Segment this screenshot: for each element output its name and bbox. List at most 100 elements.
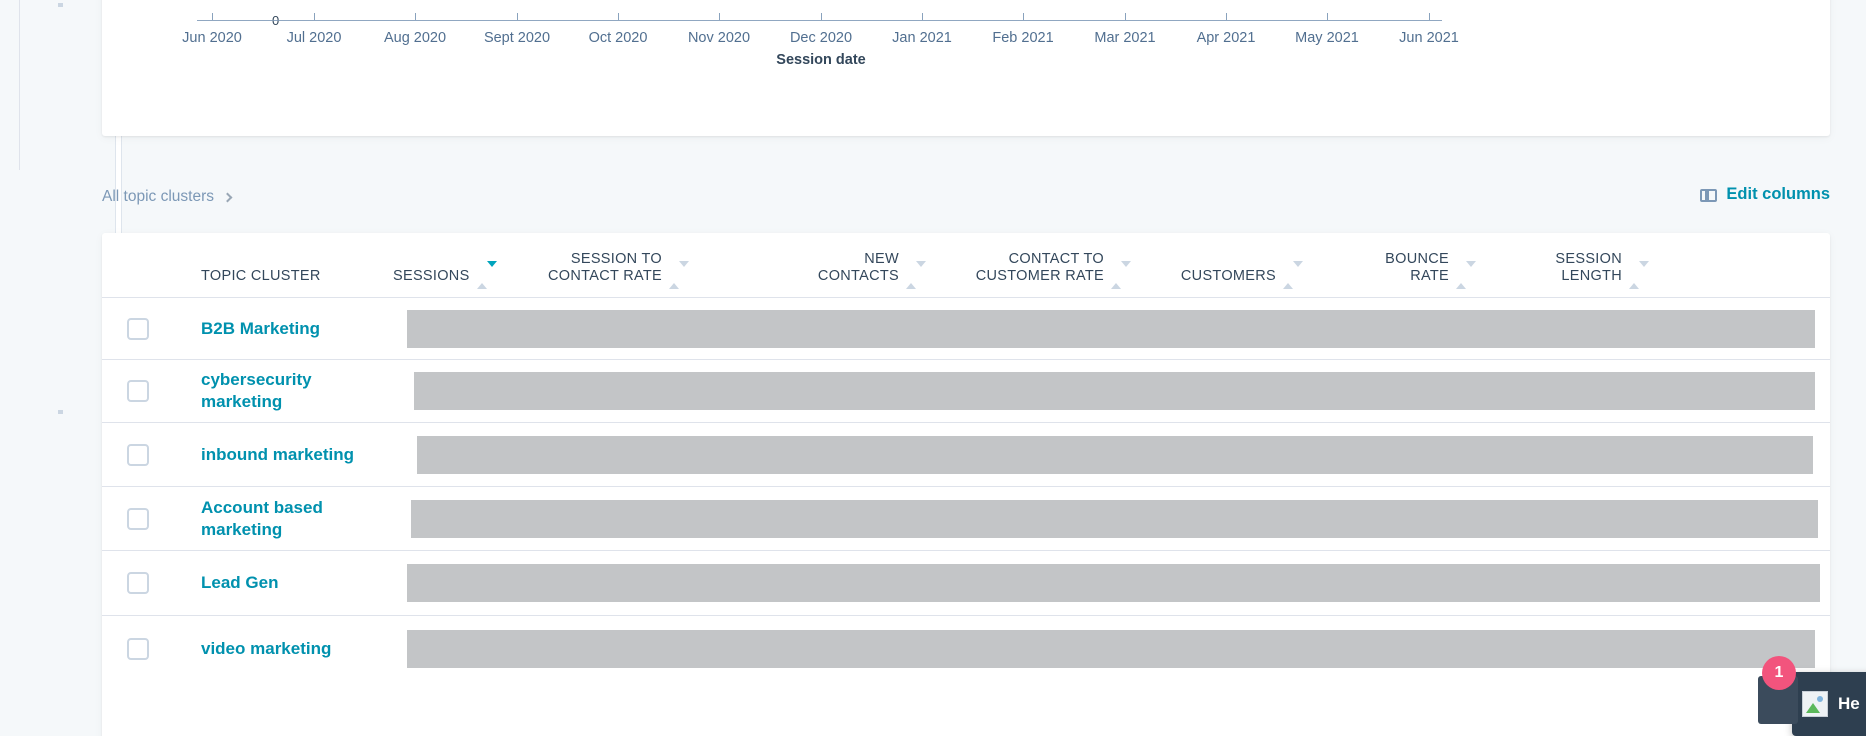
sort-toggle-session-to-contact-rate[interactable]	[669, 261, 689, 289]
column-header-customers[interactable]: CUSTOMERS	[1164, 251, 1303, 289]
column-header-sessions[interactable]: SESSIONS	[393, 251, 497, 289]
column-header-bounce-rate[interactable]: BOUNCE RATE	[1337, 234, 1476, 289]
help-unread-badge: 1	[1762, 656, 1796, 690]
x-axis-tick	[1429, 13, 1430, 20]
scrollbar-nib-bottom	[58, 410, 63, 414]
sort-toggle-sessions[interactable]	[476, 261, 497, 289]
sort-toggle-customers[interactable]	[1283, 261, 1303, 289]
topic-clusters-table: TOPIC CLUSTER SESSIONS SESSION TO CONTAC…	[102, 233, 1830, 736]
sort-ascending-icon	[1283, 267, 1293, 289]
x-axis-tick	[1125, 13, 1126, 20]
column-header-label: SESSIONS	[393, 268, 470, 284]
x-axis-tick	[314, 13, 315, 20]
x-axis-tick-label: Jan 2021	[892, 30, 952, 46]
x-axis-tick-label: Mar 2021	[1094, 30, 1156, 46]
broken-image-icon	[1802, 691, 1828, 717]
table-row[interactable]: Account based marketing	[102, 487, 1830, 551]
row-checkbox[interactable]	[127, 380, 149, 402]
x-axis-tick-label: Aug 2020	[383, 30, 447, 46]
sort-ascending-icon	[476, 267, 487, 289]
column-header-session-to-contact-rate[interactable]: SESSION TO CONTACT RATE	[540, 234, 689, 289]
loading-skeleton-bar	[407, 309, 1815, 348]
topic-cluster-link[interactable]: B2B Marketing	[201, 318, 391, 340]
loading-skeleton-bar	[407, 564, 1820, 602]
x-axis-tick	[212, 13, 213, 20]
column-header-label: SESSION LENGTH	[1555, 251, 1622, 284]
x-axis-tick-label: Apr 2021	[1196, 30, 1256, 46]
x-axis-title: Session date	[776, 52, 866, 68]
page-scrollbar[interactable]	[58, 0, 121, 418]
sort-ascending-icon	[1111, 267, 1121, 289]
x-axis-tick-label: Jun 2020	[182, 30, 242, 46]
column-header-label: TOPIC CLUSTER	[201, 268, 321, 284]
table-header-row: TOPIC CLUSTER SESSIONS SESSION TO CONTAC…	[102, 233, 1830, 298]
edit-columns-button[interactable]: Edit columns	[1700, 185, 1830, 204]
sort-ascending-icon	[669, 267, 679, 289]
x-axis-tick-label: Feb 2021	[992, 30, 1054, 46]
x-axis-tick-label: May 2021	[1295, 30, 1359, 46]
sort-descending-icon	[679, 261, 689, 283]
sort-ascending-icon	[1456, 267, 1466, 289]
column-header-label: CONTACT TO CUSTOMER RATE	[975, 251, 1104, 284]
topic-cluster-link[interactable]: cybersecurity marketing	[201, 369, 391, 413]
table-row[interactable]: inbound marketing	[102, 423, 1830, 487]
sort-ascending-icon	[906, 267, 916, 289]
x-axis-tick	[1226, 13, 1227, 20]
row-checkbox[interactable]	[127, 637, 149, 660]
sort-descending-icon	[916, 261, 926, 283]
x-axis-tick	[517, 13, 518, 20]
column-header-session-length[interactable]: SESSION LENGTH	[1510, 234, 1649, 289]
x-axis-tick-label: Sept 2020	[483, 30, 551, 46]
row-checkbox[interactable]	[127, 572, 149, 594]
row-checkbox[interactable]	[127, 317, 149, 340]
table-row[interactable]: B2B Marketing	[102, 298, 1830, 360]
column-header-contact-to-customer-rate[interactable]: CONTACT TO CUSTOMER RATE	[962, 234, 1131, 289]
sort-descending-icon	[486, 261, 497, 283]
sort-toggle-new-contacts[interactable]	[906, 261, 926, 289]
help-widget[interactable]: 1 He	[1758, 656, 1866, 736]
table-row[interactable]: cybersecurity marketing	[102, 360, 1830, 423]
topic-cluster-link[interactable]: Account based marketing	[201, 497, 391, 541]
chevron-right-icon	[222, 192, 233, 202]
page-root: 0 Jun 2020 Jul 2020 Aug 2020 Sept 2020 O…	[0, 0, 1866, 736]
topic-cluster-link[interactable]: Lead Gen	[201, 572, 391, 594]
help-widget-label: He	[1838, 694, 1860, 713]
scrollbar-nib-top	[58, 3, 63, 7]
sort-descending-icon	[1466, 261, 1476, 283]
column-header-label: NEW CONTACTS	[817, 251, 899, 284]
loading-skeleton-bar	[407, 629, 1815, 668]
loading-skeleton-bar	[414, 372, 1815, 410]
x-axis-tick	[618, 13, 619, 20]
sort-ascending-icon	[1629, 267, 1639, 289]
x-axis-tick	[821, 13, 822, 20]
breadcrumb: All topic clusters	[102, 188, 233, 206]
chart-plot-area: 0 Jun 2020 Jul 2020 Aug 2020 Sept 2020 O…	[102, 0, 1830, 136]
column-header-new-contacts[interactable]: NEW CONTACTS	[777, 234, 926, 289]
column-header-label: BOUNCE RATE	[1385, 251, 1449, 284]
x-axis-tick-label: Nov 2020	[687, 30, 751, 46]
sort-toggle-contact-to-customer-rate[interactable]	[1111, 261, 1131, 289]
column-header-topic-cluster[interactable]: TOPIC CLUSTER	[201, 251, 321, 285]
x-axis-tick	[922, 13, 923, 20]
x-axis-tick-label: Jul 2020	[286, 30, 342, 46]
x-axis-tick	[415, 13, 416, 20]
left-rail-divider	[19, 0, 20, 170]
sort-toggle-session-length[interactable]	[1629, 261, 1649, 289]
x-axis-line	[197, 20, 1442, 21]
row-checkbox[interactable]	[127, 507, 149, 530]
row-checkbox[interactable]	[127, 443, 149, 466]
sessions-chart-card: 0 Jun 2020 Jul 2020 Aug 2020 Sept 2020 O…	[102, 0, 1830, 136]
table-row[interactable]: video marketing	[102, 616, 1830, 681]
table-row[interactable]: Lead Gen	[102, 551, 1830, 616]
column-header-label: SESSION TO CONTACT RATE	[548, 251, 662, 284]
edit-columns-label: Edit columns	[1726, 185, 1830, 203]
topic-cluster-link[interactable]: inbound marketing	[201, 444, 391, 466]
sort-toggle-bounce-rate[interactable]	[1456, 261, 1476, 289]
breadcrumb-item-all-topic-clusters[interactable]: All topic clusters	[102, 188, 214, 206]
table-toolbar: All topic clusters Edit columns	[102, 185, 1830, 214]
sort-descending-icon	[1639, 261, 1649, 283]
topic-cluster-link[interactable]: video marketing	[201, 638, 391, 660]
column-header-label: CUSTOMERS	[1180, 268, 1276, 284]
x-axis-tick	[1023, 13, 1024, 20]
x-axis-tick-label: Jun 2021	[1399, 30, 1459, 46]
